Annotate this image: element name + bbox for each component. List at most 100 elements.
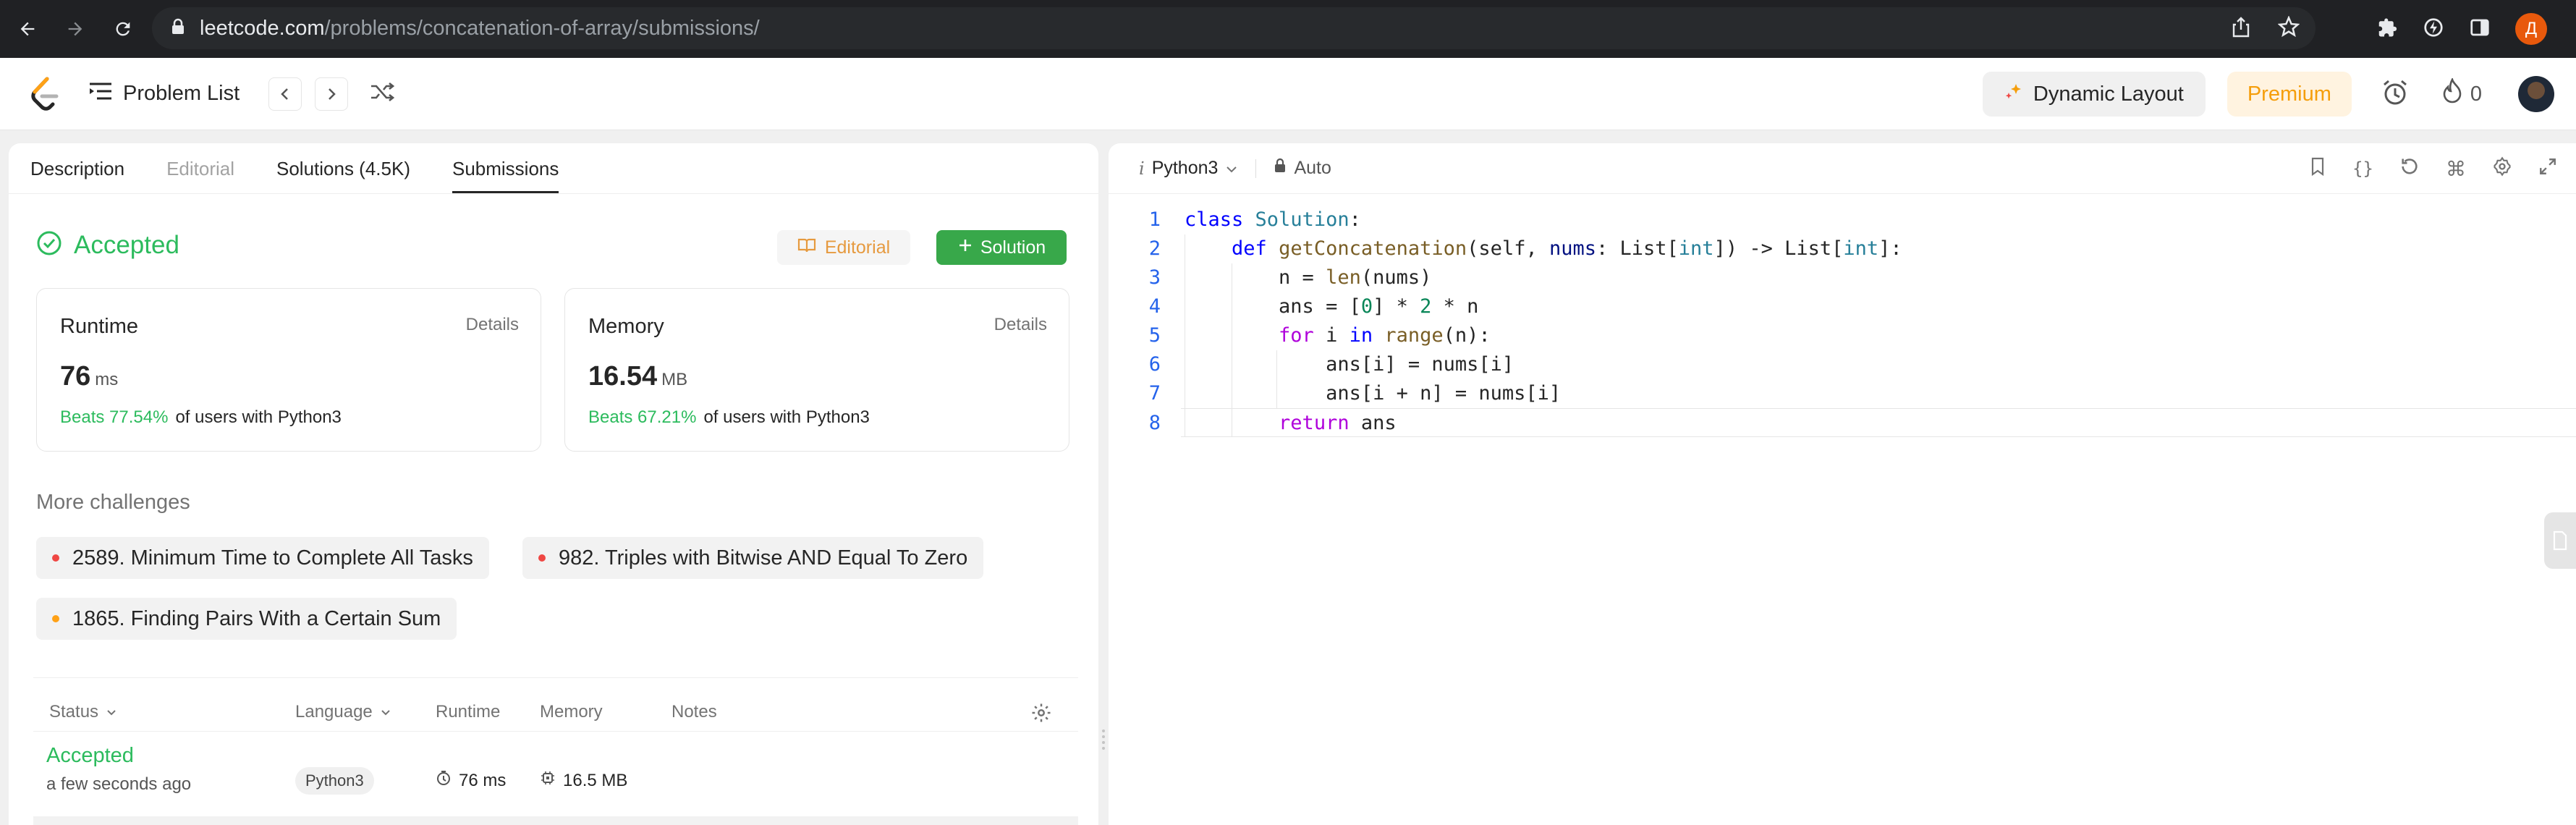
code-area[interactable]: 1 class Solution: 2 def getConcatenation(… [1109,206,2576,437]
sparkle-icon [2004,82,2023,106]
line-number: 5 [1148,324,1161,347]
lock-icon [1274,158,1287,179]
line-number: 8 [1148,412,1161,434]
difficulty-dot [52,554,59,562]
list-icon [88,81,113,107]
problem-list-link[interactable]: Problem List [88,81,240,107]
auto-label: Auto [1294,158,1331,178]
difficulty-dot [52,615,59,622]
reset-icon[interactable] [2399,156,2420,182]
line-number: 7 [1148,382,1161,405]
format-braces-icon[interactable]: {} [2352,158,2373,179]
challenge-chip[interactable]: 2589. Minimum Time to Complete All Tasks [36,537,489,579]
code-line: 6 ans[i] = nums[i] [1109,350,2576,379]
difficulty-dot [538,554,546,562]
row-status[interactable]: Accepted [46,744,134,768]
book-icon [797,237,816,258]
leetcode-logo[interactable] [27,76,59,112]
row-runtime-value: 76 ms [459,770,507,790]
code-text: def getConcatenation(self, nums: List[in… [1232,237,1902,260]
code-text: class Solution: [1185,208,1361,231]
divider [1255,158,1257,178]
submission-status: Accepted [36,230,179,260]
editorial-button[interactable]: Editorial [777,230,910,265]
tab-submissions[interactable]: Submissions [452,158,559,193]
memory-details-link[interactable]: Details [994,315,1047,335]
notes-column-header: Notes [671,702,717,722]
back-icon[interactable] [13,14,42,43]
status-header-label: Status [49,702,99,722]
command-icon[interactable]: ⌘ [2446,157,2466,181]
submission-panel: Description Editorial Solutions (4.5K) S… [9,143,1098,825]
challenge-label: 1865. Finding Pairs With a Certain Sum [72,606,441,630]
settings-icon[interactable] [2492,156,2512,182]
code-text: return ans [1279,412,1397,434]
runtime-value: 76 ms [60,361,118,392]
forward-icon[interactable] [61,14,90,43]
tab-description[interactable]: Description [30,158,124,193]
dynamic-layout-button[interactable]: Dynamic Layout [1982,72,2206,117]
side-panel-icon[interactable] [2469,17,2491,42]
problem-list-label: Problem List [123,82,240,105]
address-bar[interactable]: leetcode.com/problems/concatenation-of-a… [152,7,2316,49]
code-line: 2 def getConcatenation(self, nums: List[… [1109,234,2576,263]
share-icon[interactable] [2232,16,2250,41]
code-text: n = len(nums) [1185,266,1432,289]
memory-card[interactable]: Memory Details 16.54 MB Beats 67.21% of us… [564,288,1069,452]
challenge-label: 982. Triples with Bitwise AND Equal To Z… [559,546,968,570]
runtime-title: Runtime [60,315,138,338]
language-column-header[interactable]: Language [295,702,391,722]
info-icon: i [1139,158,1145,179]
fullscreen-icon[interactable] [2538,157,2557,181]
streak-count: 0 [2470,82,2482,106]
prev-problem-button[interactable] [268,77,302,111]
memory-value: 16.54 MB [588,361,687,392]
table-row[interactable]: Accepted a few seconds ago Python3 76 ms… [9,737,1098,816]
reload-icon[interactable] [109,14,137,43]
chevron-down-icon [106,702,117,722]
runtime-details-link[interactable]: Details [466,315,519,335]
challenge-chip[interactable]: 1865. Finding Pairs With a Certain Sum [36,598,457,640]
code-line: 3 n = len(nums) [1109,263,2576,292]
profile-avatar[interactable]: Д [2515,13,2547,45]
challenge-chip[interactable]: 982. Triples with Bitwise AND Equal To Z… [522,537,984,579]
bookmark-icon[interactable] [2309,156,2326,182]
runtime-unit: ms [95,370,119,389]
editor-toolbar: i Python3 Auto {} ⌘ [1109,143,2576,194]
extensions-icon[interactable] [2376,17,2398,42]
row-memory: 16.5 MB [540,770,627,791]
memory-number: 16.54 [588,361,658,392]
premium-button[interactable]: Premium [2227,72,2352,117]
submissions-table-header: Status Language Runtime Memory Notes [9,695,1098,728]
shuffle-icon[interactable] [370,82,395,106]
settings-gear-icon[interactable] [1030,702,1052,724]
bookmark-star-icon[interactable] [2277,14,2300,41]
status-column-header[interactable]: Status [49,702,117,722]
streak-counter[interactable]: 0 [2441,77,2482,110]
url-text: leetcode.com/problems/concatenation-of-a… [200,17,760,41]
row-language-badge: Python3 [295,767,374,795]
editorial-button-label: Editorial [824,237,891,258]
post-solution-button[interactable]: Solution [936,230,1067,265]
memory-beats-suffix: of users with Python3 [703,407,870,427]
tab-editorial[interactable]: Editorial [166,158,234,193]
memory-title: Memory [588,315,664,338]
auto-mode-toggle[interactable]: Auto [1274,158,1331,179]
next-problem-button[interactable] [315,77,349,111]
code-line-current: 8 return ans [1149,408,2576,437]
memory-beats: Beats 67.21% of users with Python3 [588,407,870,428]
performance-icon[interactable] [2423,17,2444,42]
runtime-card[interactable]: Runtime Details 76 ms Beats 77.54% of user… [36,288,541,452]
runtime-beats: Beats 77.54% of users with Python3 [60,407,342,428]
language-selector[interactable]: i Python3 [1139,158,1238,179]
tab-solutions[interactable]: Solutions (4.5K) [276,158,410,193]
line-number: 6 [1148,353,1161,376]
alarm-clock-icon[interactable] [2381,78,2410,111]
notes-side-tab[interactable] [2544,512,2576,569]
language-label: Python3 [1151,158,1219,178]
chip-icon [540,770,556,791]
code-line: 1 class Solution: [1109,206,2576,234]
panel-resize-handle[interactable] [1098,143,1109,825]
user-avatar[interactable] [2518,76,2554,112]
challenge-label: 2589. Minimum Time to Complete All Tasks [72,546,473,570]
